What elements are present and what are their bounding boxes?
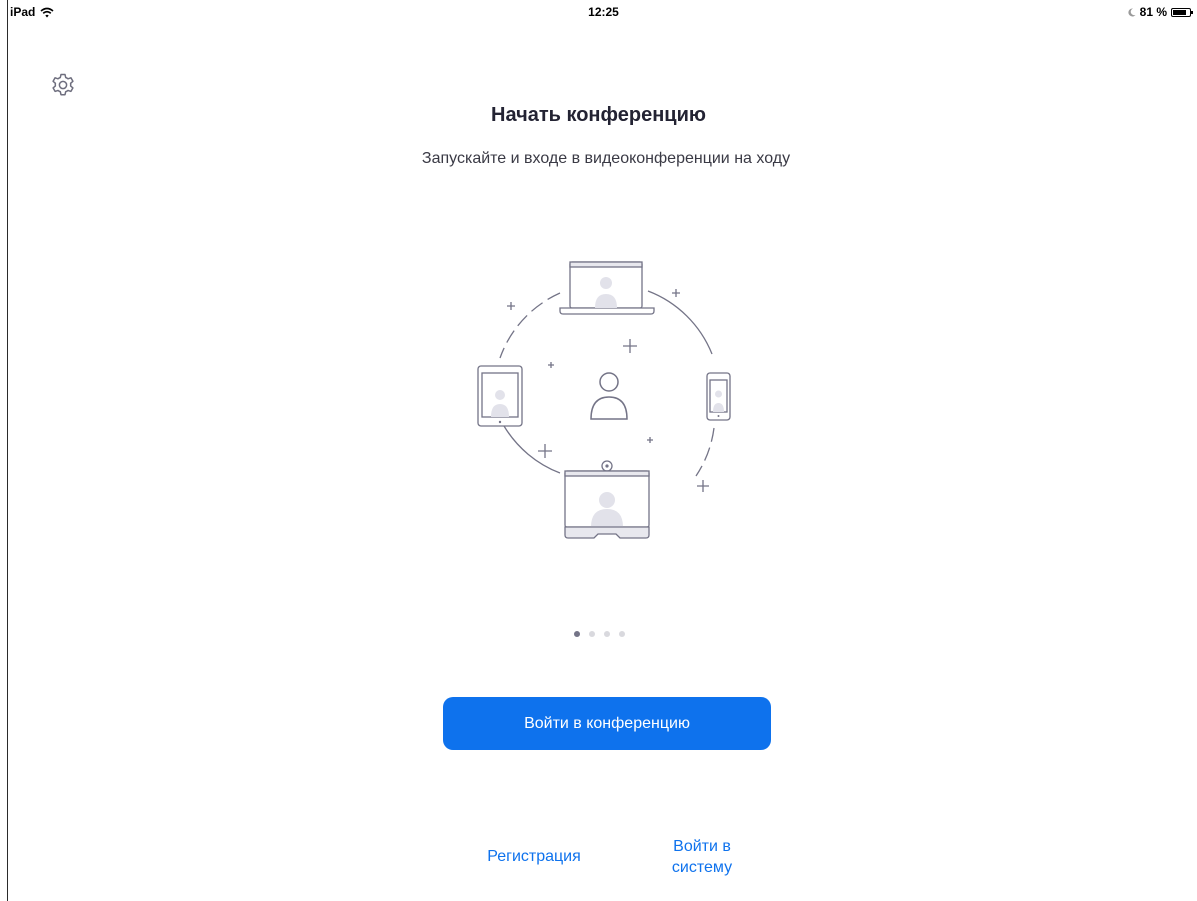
tablet-icon	[477, 365, 523, 427]
laptop-icon	[559, 261, 655, 315]
devices-meeting-illustration	[477, 261, 731, 539]
window-edge	[7, 0, 8, 901]
page-dot-3[interactable]	[604, 631, 610, 637]
sign-in-link[interactable]: Войти в систему	[650, 836, 754, 878]
page-title: Начать конференцию	[491, 104, 706, 126]
page-dot-1[interactable]	[574, 631, 580, 637]
status-time: 12:25	[588, 5, 619, 19]
page-dot-2[interactable]	[589, 631, 595, 637]
room-system-icon	[564, 460, 650, 539]
page-dot-4[interactable]	[619, 631, 625, 637]
page-subtitle: Запускайте и входе в видеоконференции на…	[421, 150, 791, 167]
settings-button[interactable]	[50, 72, 76, 98]
battery-fill	[1173, 9, 1186, 15]
gear-icon	[52, 73, 74, 96]
status-right: 81 %	[1128, 5, 1193, 19]
person-icon	[590, 372, 628, 420]
battery-icon	[1171, 7, 1193, 17]
join-meeting-button[interactable]: Войти в конференцию	[443, 697, 771, 750]
register-link[interactable]: Регистрация	[464, 846, 604, 867]
status-bar: iPad 12:25 81 %	[10, 0, 1197, 20]
page-indicator	[574, 631, 625, 637]
phone-icon	[706, 372, 731, 421]
moon-icon	[1128, 7, 1136, 16]
battery-percent: 81 %	[1139, 5, 1167, 19]
